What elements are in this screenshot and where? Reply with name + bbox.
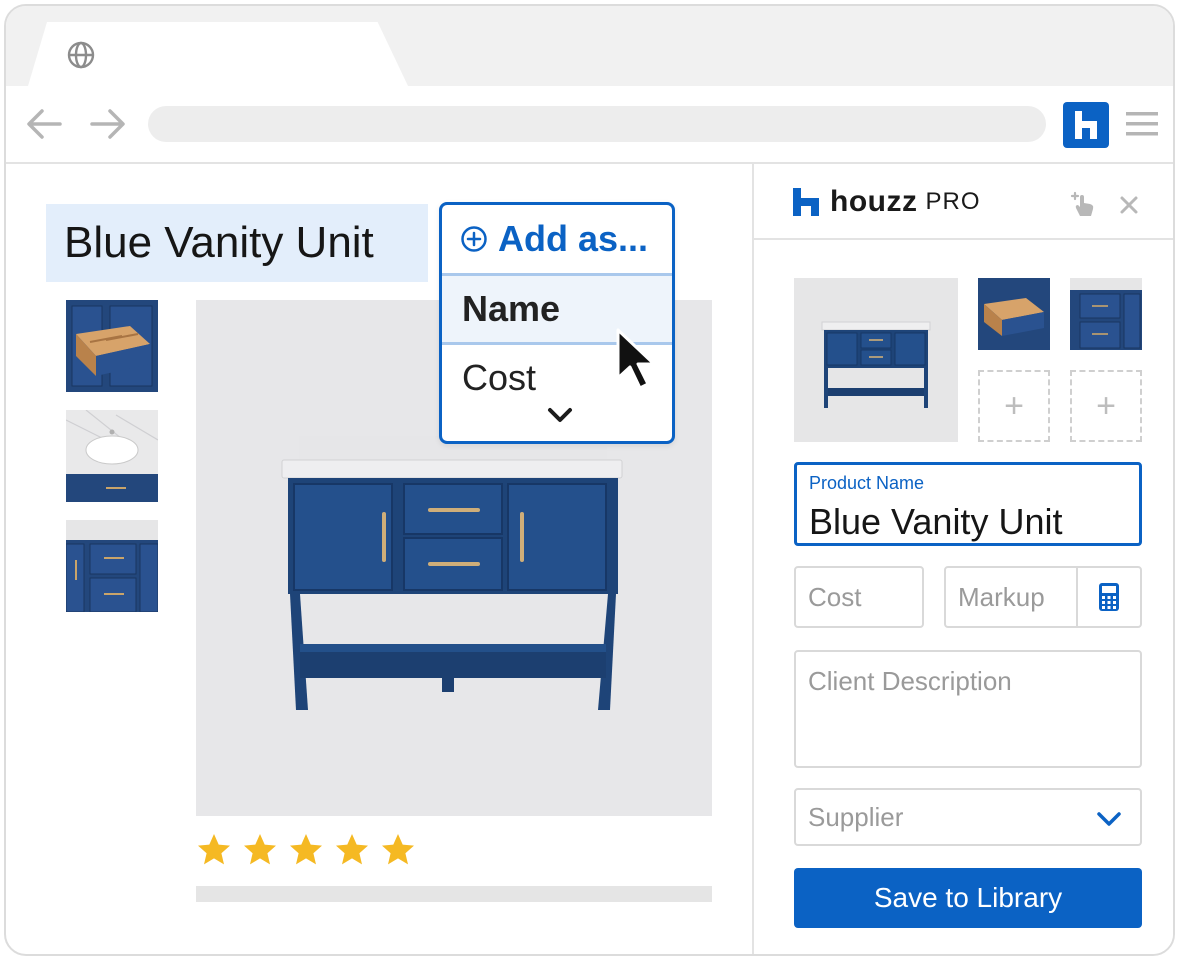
browser-tab[interactable] [28, 22, 408, 86]
add-as-popup: Add as... Name Cost [439, 202, 675, 444]
mouse-cursor-icon [616, 328, 656, 390]
supplier-select[interactable]: Supplier [794, 788, 1142, 846]
star-icon [244, 834, 276, 865]
thumbnail-cabinet[interactable] [66, 520, 158, 612]
add-image-slot[interactable]: + [978, 370, 1050, 442]
houzz-logo-icon [1075, 111, 1097, 139]
add-as-header[interactable]: Add as... [442, 205, 672, 276]
back-arrow-icon[interactable] [24, 106, 64, 142]
client-description-textarea[interactable]: Client Description [794, 650, 1142, 768]
houzz-extension-button[interactable] [1063, 102, 1109, 148]
product-image-drawer[interactable] [978, 278, 1050, 350]
browser-window: Blue Vanity Unit Add as... Name Cost hou… [4, 4, 1175, 956]
close-icon[interactable] [1118, 194, 1140, 216]
cabinet-thumbnail-image [66, 520, 158, 612]
popup-item-name-label: Name [462, 288, 561, 329]
panel-header: houzz PRO [754, 164, 1173, 240]
houzz-pro-panel: houzz PRO + + Product Name Blue Vanity U… [752, 164, 1173, 954]
star-icon [290, 834, 322, 865]
rating-stars [196, 832, 416, 872]
globe-icon [67, 41, 95, 69]
add-as-label: Add as... [498, 218, 649, 259]
save-to-library-label: Save to Library [873, 882, 1063, 913]
chevron-down-icon [1097, 812, 1121, 826]
plus-icon: + [1004, 386, 1024, 425]
markup-input[interactable]: Markup [944, 566, 1142, 628]
placeholder-text-bar [196, 886, 712, 902]
chevron-down-icon[interactable] [546, 405, 574, 427]
plus-icon: + [1096, 386, 1116, 425]
hamburger-menu-icon[interactable] [1124, 108, 1160, 140]
calculator-icon [1099, 583, 1119, 611]
supplier-placeholder: Supplier [808, 802, 904, 832]
sink-thumbnail-image [66, 410, 158, 502]
add-image-slot[interactable]: + [1070, 370, 1142, 442]
product-title[interactable]: Blue Vanity Unit [46, 204, 428, 282]
product-name-label: Product Name [809, 473, 925, 493]
selected-product-image[interactable] [794, 278, 958, 442]
plus-circle-icon [461, 226, 487, 252]
calculator-button[interactable] [1076, 568, 1140, 626]
brand-sub: PRO [925, 188, 981, 215]
forward-arrow-icon[interactable] [88, 106, 128, 142]
cost-input[interactable]: Cost [794, 566, 924, 628]
star-icon [382, 834, 414, 865]
drawer-thumbnail-image [66, 300, 158, 392]
tap-select-icon[interactable] [1068, 190, 1098, 220]
address-bar[interactable] [148, 106, 1046, 142]
thumbnail-sink[interactable] [66, 410, 158, 502]
cost-placeholder: Cost [808, 582, 862, 612]
client-description-placeholder: Client Description [808, 666, 1012, 696]
markup-placeholder: Markup [958, 582, 1045, 612]
save-to-library-button[interactable]: Save to Library [794, 868, 1142, 928]
product-name-value: Blue Vanity Unit [809, 501, 1063, 542]
houzz-pro-brand: houzz PRO [792, 185, 981, 218]
star-icon [336, 834, 368, 865]
tab-strip [6, 6, 1173, 86]
cabinet-small-illustration [1070, 278, 1142, 350]
houzz-logo-icon [793, 188, 819, 216]
brand-name: houzz [830, 185, 918, 218]
vanity-small-illustration [794, 278, 958, 442]
product-name-field[interactable]: Product Name Blue Vanity Unit [794, 462, 1142, 546]
thumbnail-drawer[interactable] [66, 300, 158, 392]
star-icon [198, 834, 230, 865]
popup-item-cost-label: Cost [462, 357, 537, 398]
product-image-cabinet[interactable] [1070, 278, 1142, 350]
browser-toolbar [6, 86, 1173, 164]
drawer-small-illustration [978, 278, 1050, 350]
